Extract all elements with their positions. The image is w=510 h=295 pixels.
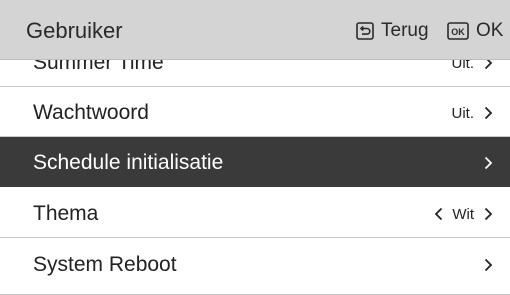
chevron-right-icon [484, 258, 493, 272]
list-item-value: Wit [452, 205, 474, 223]
page-title: Gebruiker [26, 18, 123, 43]
list-item-schedule-initialisatie[interactable]: Schedule initialisatie [0, 137, 510, 187]
chevron-left-icon[interactable] [434, 207, 443, 221]
list-item-right: Uit. [452, 101, 494, 125]
back-label: Terug [381, 20, 429, 41]
ok-icon: OK [447, 22, 469, 40]
list-item-right [484, 151, 493, 175]
chevron-right-icon[interactable] [484, 207, 493, 221]
list-item-label: Wachtwoord [33, 101, 149, 124]
list-item-thema[interactable]: Thema Wit [0, 188, 510, 238]
settings-screen: Summer Time Uit. Wachtwoord Uit. Schedul… [0, 0, 510, 295]
back-button[interactable]: Terug [356, 19, 429, 43]
list-item-wachtwoord[interactable]: Wachtwoord Uit. [0, 87, 510, 137]
ok-button[interactable]: OK OK [447, 19, 503, 43]
list-item-right: Wit [434, 202, 493, 226]
chevron-right-icon [484, 156, 493, 170]
list-item-label: Thema [33, 202, 99, 225]
list-item-value: Uit. [451, 104, 475, 122]
header-bar: Gebruiker Terug OK OK [0, 0, 510, 60]
list-item-right [484, 253, 493, 277]
list-item-system-reboot[interactable]: System Reboot [0, 239, 510, 295]
list-item-label: System Reboot [33, 253, 177, 276]
chevron-right-icon [484, 106, 493, 120]
list-item-label: Schedule initialisatie [33, 151, 224, 174]
back-icon [356, 22, 374, 40]
ok-icon-text: OK [451, 27, 465, 37]
ok-label: OK [476, 20, 504, 41]
